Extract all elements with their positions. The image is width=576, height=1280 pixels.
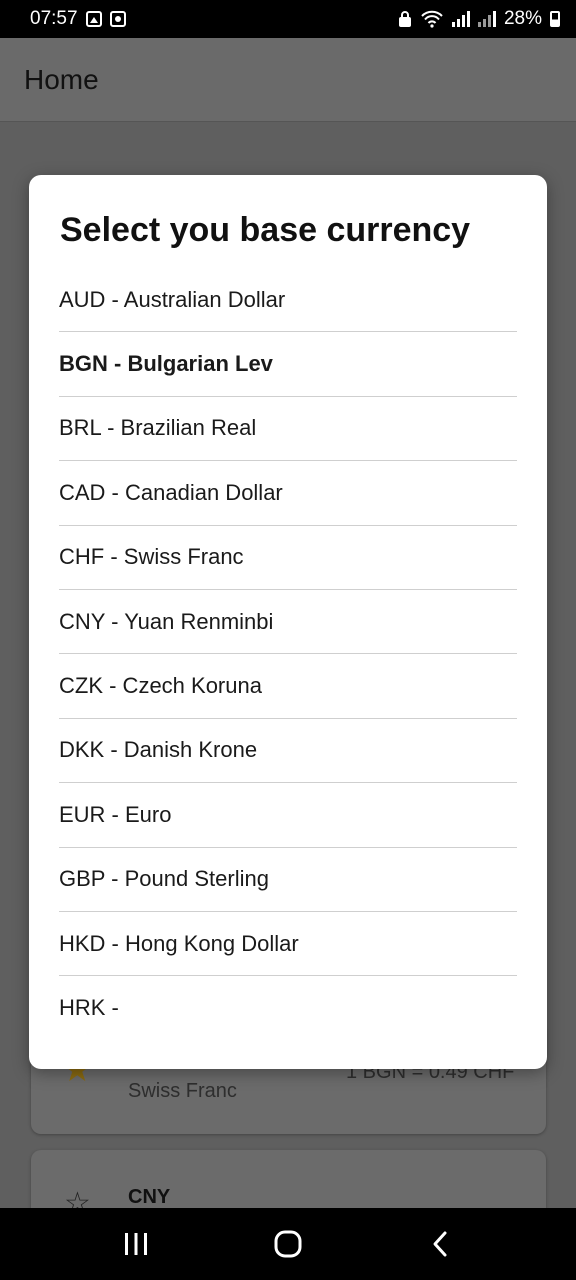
currency-item-brl[interactable]: BRL - Brazilian Real: [59, 397, 517, 462]
home-icon: [274, 1230, 302, 1258]
currency-item-bgn[interactable]: BGN - Bulgarian Lev: [59, 332, 517, 397]
dialog-title: Select you base currency: [60, 211, 471, 249]
currency-item-aud[interactable]: AUD - Australian Dollar: [59, 268, 517, 333]
photo-icon: [85, 11, 102, 27]
currency-item-cny[interactable]: CNY - Yuan Renminbi: [59, 590, 517, 655]
status-right: 28%: [398, 8, 560, 30]
status-bar: 07:57 28%: [0, 0, 576, 38]
app-bar: Home: [0, 38, 576, 122]
currency-item-chf[interactable]: CHF - Swiss Franc: [59, 526, 517, 590]
lock-icon: [398, 11, 411, 27]
currency-item-czk[interactable]: CZK - Czech Koruna: [59, 654, 517, 719]
navigation-bar: [0, 1208, 576, 1280]
card-code: CNY: [128, 1186, 171, 1208]
page-title: Home: [24, 63, 99, 95]
battery-icon: [550, 11, 560, 27]
back-button[interactable]: [410, 1214, 470, 1274]
currency-dialog: Select you base currency AUD - Australia…: [29, 175, 547, 1069]
wifi-icon: [421, 10, 443, 28]
currency-item-eur[interactable]: EUR - Euro: [59, 783, 517, 848]
currency-item-cad[interactable]: CAD - Canadian Dollar: [59, 461, 517, 526]
card-subtitle: Swiss Franc: [128, 1080, 237, 1102]
signal-icon: [451, 11, 470, 27]
status-time: 07:57: [30, 8, 78, 29]
recent-apps-icon: [125, 1233, 147, 1255]
camera-icon: [109, 11, 126, 27]
status-left: 07:57: [30, 8, 126, 30]
currency-item-gbp[interactable]: GBP - Pound Sterling: [59, 848, 517, 912]
battery-percent: 28%: [503, 8, 542, 29]
currency-list: AUD - Australian Dollar BGN - Bulgarian …: [59, 268, 517, 1041]
recent-apps-button[interactable]: [106, 1214, 166, 1274]
signal-icon: [477, 11, 496, 27]
back-icon: [433, 1231, 447, 1257]
currency-item-dkk[interactable]: DKK - Danish Krone: [59, 719, 517, 784]
home-button[interactable]: [258, 1214, 318, 1274]
currency-item-hkd[interactable]: HKD - Hong Kong Dollar: [59, 912, 517, 977]
currency-item-hrk[interactable]: HRK -: [59, 976, 517, 1040]
